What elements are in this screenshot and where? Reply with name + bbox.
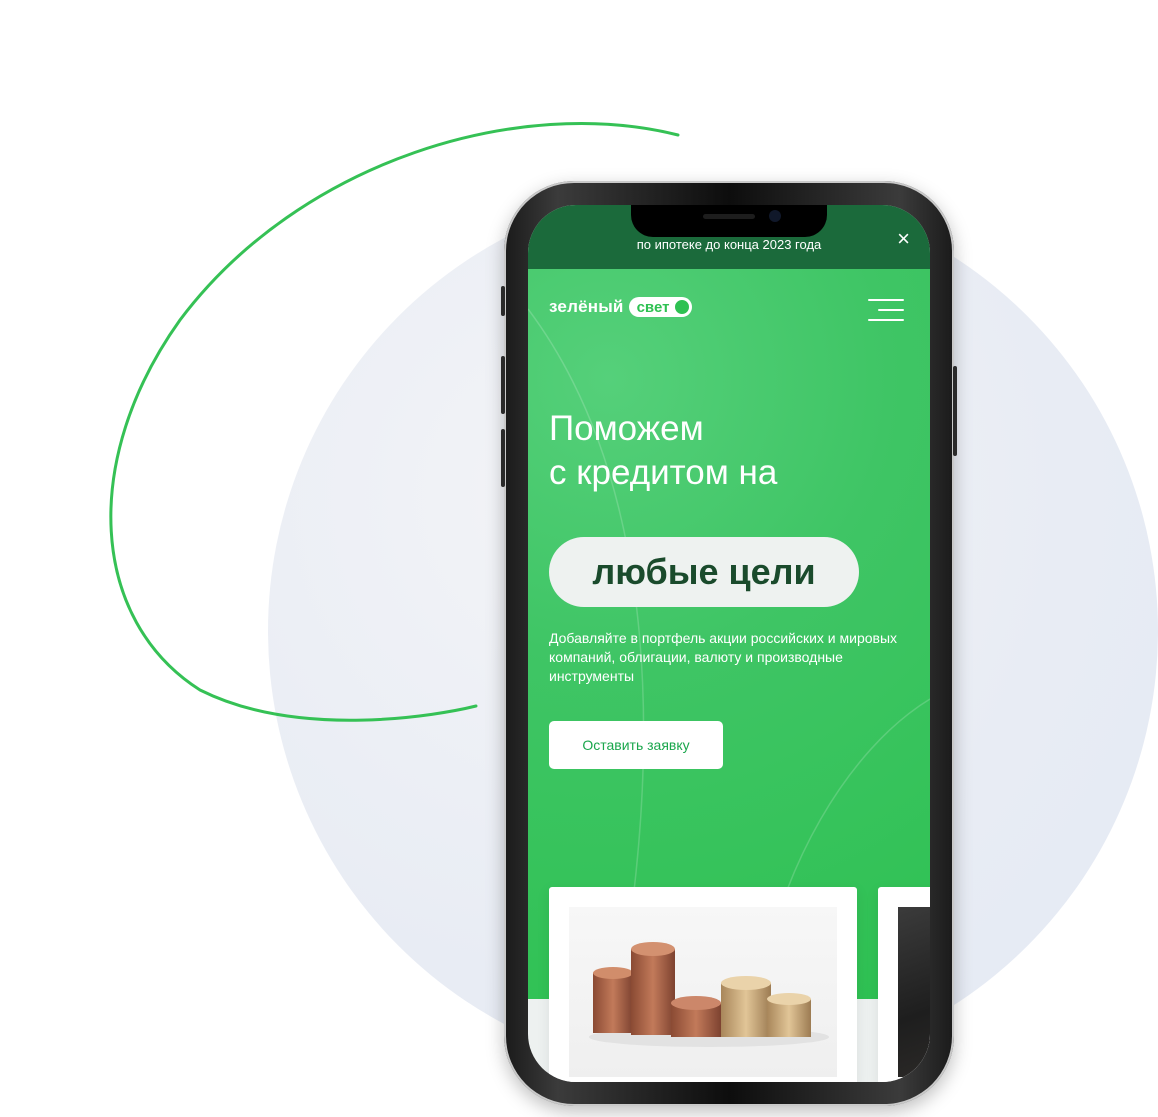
phone-mute-switch	[501, 286, 505, 316]
product-card[interactable]	[549, 887, 857, 1082]
promo-banner-text: по ипотеке до конца 2023 года	[636, 237, 822, 252]
phone-volume-up	[501, 356, 505, 414]
hero-title: Поможем с кредитом на	[549, 407, 909, 495]
logo[interactable]: зелёный свет	[549, 297, 693, 317]
logo-toggle-icon	[674, 299, 691, 315]
menu-icon[interactable]	[864, 299, 904, 321]
phone-volume-down	[501, 429, 505, 487]
phone-notch	[631, 205, 827, 237]
hero-title-line1: Поможем	[549, 409, 704, 448]
coin-stacks-illustration	[589, 942, 829, 1047]
logo-word: зелёный	[549, 297, 624, 316]
phone-mockup: по ипотеке до конца 2023 года × зелёный …	[501, 181, 957, 1106]
speaker-grille	[703, 214, 755, 219]
hero-title-line2: с кредитом на	[549, 453, 778, 492]
phone-power-button	[953, 366, 957, 456]
front-camera	[769, 210, 781, 222]
hero-description: Добавляйте в портфель акции российских и…	[549, 630, 898, 684]
logo-badge-text: свет	[636, 298, 670, 316]
hero-highlight-pill: любые цели	[549, 537, 859, 607]
phone-screen: по ипотеке до конца 2023 года × зелёный …	[528, 205, 930, 1082]
close-icon[interactable]: ×	[897, 228, 910, 250]
logo-badge: свет	[628, 297, 693, 317]
coins-image	[569, 907, 837, 1077]
submit-application-button[interactable]: Оставить заявку	[549, 721, 723, 769]
product-card[interactable]	[878, 887, 930, 1082]
card-image	[898, 907, 930, 1077]
